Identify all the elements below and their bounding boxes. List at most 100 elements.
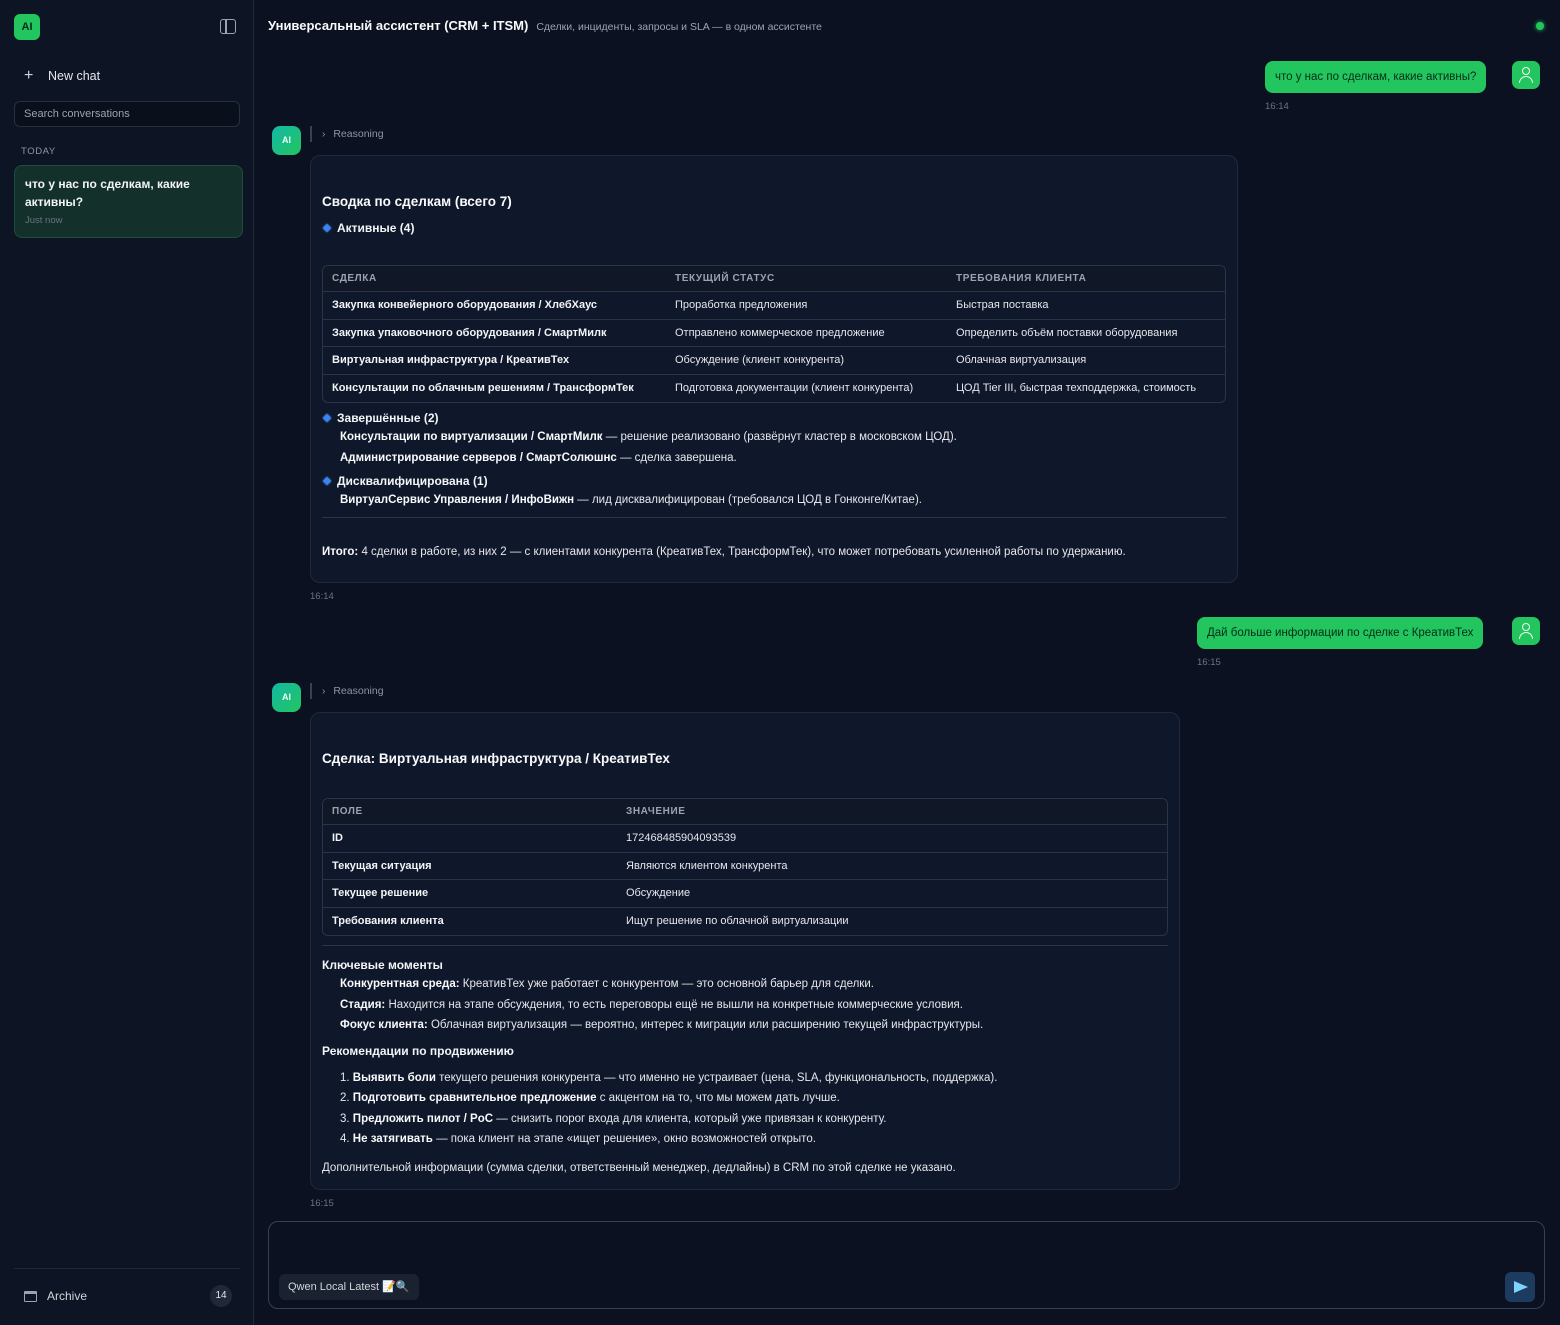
- field-value-cell: Обсуждение: [617, 880, 1167, 908]
- list-item: 1. Выявить боли текущего решения конкуре…: [340, 1071, 998, 1084]
- sidebar-top: AI: [14, 14, 240, 40]
- table-header-row: ПОЛЕ ЗНАЧЕНИЕ: [323, 799, 1167, 825]
- deal-status-cell: Отправлено коммерческое предложение: [666, 320, 947, 347]
- table-row: ID 172468485904093539: [323, 825, 1167, 853]
- deal-status-cell: Обсуждение (клиент конкурента): [666, 347, 947, 375]
- list-item: Стадия: Находится на этапе обсуждения, т…: [340, 998, 963, 1011]
- plus-icon: +: [24, 67, 34, 84]
- assistant-message-card: Сводка по сделкам (всего 7) Активные (4)…: [310, 155, 1238, 583]
- deal-name-cell: Виртуальная инфраструктура / КреативТех: [323, 347, 666, 375]
- field-name-cell: Текущая ситуация: [323, 853, 617, 880]
- app-logo: AI: [14, 14, 40, 40]
- field-name-cell: Требования клиента: [332, 915, 444, 928]
- table-header-cell: ЗНАЧЕНИЕ: [617, 799, 1167, 825]
- user-message-bubble: что у нас по сделкам, какие активны?: [1265, 61, 1487, 93]
- model-selector[interactable]: Qwen Local Latest 📝🔍: [279, 1274, 419, 1300]
- page-subtitle: Сделки, инциденты, запросы и SLA — в одн…: [536, 21, 822, 33]
- reasoning-label: Reasoning: [333, 128, 384, 140]
- deals-table: СДЕЛКА ТЕКУЩИЙ СТАТУС ТРЕБОВАНИЯ КЛИЕНТА…: [322, 265, 1226, 403]
- message-composer[interactable]: Qwen Local Latest 📝🔍: [268, 1221, 1545, 1309]
- table-header-cell: ТЕКУЩИЙ СТАТУС: [666, 266, 947, 292]
- list-item: 2. Подготовить сравнительное предложение…: [340, 1092, 840, 1104]
- archive-button[interactable]: Archive 14: [14, 1283, 232, 1309]
- field-name-cell: ID: [323, 825, 617, 853]
- list-item: Конкурентная среда: КреативТех уже работ…: [340, 978, 874, 990]
- archive-icon: [24, 1290, 37, 1302]
- section-heading-disqualified: Дисквалифицирована (1): [322, 474, 1226, 488]
- message-timestamp: 16:15: [310, 1198, 334, 1209]
- reasoning-toggle[interactable]: › Reasoning: [310, 683, 384, 699]
- divider: [322, 516, 1226, 518]
- field-value-cell: Являются клиентом конкурента: [617, 853, 1167, 880]
- section-heading-completed: Завершённые (2): [322, 411, 1226, 425]
- new-chat-label: New chat: [48, 69, 101, 83]
- chevron-right-icon: ›: [322, 128, 326, 140]
- search-input[interactable]: [14, 101, 240, 127]
- chevron-right-icon: ›: [322, 685, 326, 697]
- message-timestamp: 16:14: [1265, 101, 1289, 112]
- deal-requirements-cell: Облачная виртуализация: [947, 347, 1225, 375]
- list-item: Консультации по виртуализации / СмартМил…: [340, 431, 957, 443]
- conversation-item[interactable]: что у нас по сделкам, какие активны? Jus…: [14, 165, 243, 238]
- user-avatar-icon: [1512, 617, 1540, 645]
- conversation-title: что у нас по сделкам, какие активны?: [25, 177, 190, 209]
- archive-label: Archive: [47, 1289, 88, 1303]
- table-row: Консультации по облачным решениям / Тран…: [323, 375, 1225, 403]
- deal-requirements-cell: Определить объём поставки оборудования: [947, 320, 1225, 347]
- section-label-today: TODAY: [21, 146, 56, 157]
- table-header-row: СДЕЛКА ТЕКУЩИЙ СТАТУС ТРЕБОВАНИЯ КЛИЕНТА: [323, 266, 1225, 292]
- table-row: Закупка упаковочного оборудования / Смар…: [323, 320, 1225, 347]
- blue-diamond-icon: [322, 223, 332, 233]
- blue-diamond-icon: [322, 413, 332, 423]
- reasoning-toggle[interactable]: › Reasoning: [310, 126, 384, 142]
- list-item: Администрирование серверов / СмартСолюшн…: [340, 451, 737, 464]
- deal-name-cell: Консультации по облачным решениям / Тран…: [332, 382, 634, 395]
- send-button[interactable]: [1505, 1272, 1535, 1302]
- assistant-message-card: Сделка: Виртуальная инфраструктура / Кре…: [310, 712, 1180, 1190]
- list-item: 4. Не затягивать — пока клиент на этапе …: [340, 1133, 816, 1145]
- new-chat-button[interactable]: + New chat: [14, 62, 240, 90]
- table-row: Закупка конвейерного оборудования / Хлеб…: [323, 292, 1225, 320]
- deal-status-cell: Подготовка документации (клиент конкурен…: [675, 382, 914, 395]
- deal-requirements-cell: Быстрая поставка: [947, 292, 1225, 320]
- deal-name-cell: Закупка упаковочного оборудования / Смар…: [323, 320, 666, 347]
- field-value-cell: Ищут решение по облачной виртуализации: [626, 915, 849, 928]
- section-heading-recommendations: Рекомендации по продвижению: [322, 1043, 514, 1058]
- sidebar-toggle-icon[interactable]: [220, 19, 236, 34]
- reasoning-label: Reasoning: [333, 685, 384, 697]
- summary-text: Итого: 4 сделки в работе, из них 2 — с к…: [322, 545, 1126, 558]
- deal-name-cell: Закупка конвейерного оборудования / Хлеб…: [323, 292, 666, 320]
- table-row: Требования клиента Ищут решение по облач…: [323, 908, 1167, 936]
- table-header-cell: СДЕЛКА: [323, 266, 666, 292]
- message-timestamp: 16:15: [1197, 657, 1221, 668]
- table-row: Текущее решение Обсуждение: [323, 880, 1167, 908]
- list-item: Фокус клиента: Облачная виртуализация — …: [340, 1019, 984, 1031]
- online-status-indicator: [1536, 22, 1544, 30]
- message-heading: Сделка: Виртуальная инфраструктура / Кре…: [322, 751, 670, 766]
- table-row: Текущая ситуация Являются клиентом конку…: [323, 853, 1167, 880]
- field-value-cell: 172468485904093539: [617, 825, 1167, 853]
- deal-status-cell: Проработка предложения: [666, 292, 947, 320]
- user-message-bubble: Дай больше информации по сделке с Креати…: [1197, 617, 1484, 649]
- page-title: Универсальный ассистент (CRM + ITSM): [268, 18, 529, 33]
- section-heading-active: Активные (4): [322, 221, 1226, 235]
- sidebar-divider: [14, 1268, 240, 1269]
- ai-avatar: AI: [272, 683, 301, 712]
- list-item: 3. Предложить пилот / PoC — снизить поро…: [340, 1112, 887, 1125]
- archive-count-badge: 14: [210, 1285, 232, 1307]
- deal-requirements-cell: ЦОД Tier III, быстрая техподдержка, стои…: [956, 382, 1197, 395]
- field-name-cell: Текущее решение: [323, 880, 617, 908]
- message-timestamp: 16:14: [310, 591, 334, 602]
- blue-diamond-icon: [322, 476, 332, 486]
- table-header-cell: ПОЛЕ: [323, 799, 617, 825]
- list-item: ВиртуалСервис Управления / ИнфоВижн — ли…: [340, 494, 922, 506]
- user-avatar-icon: [1512, 61, 1540, 89]
- chat-header: Универсальный ассистент (CRM + ITSM) Сде…: [268, 18, 822, 36]
- ai-avatar: AI: [272, 126, 301, 155]
- footer-note: Дополнительной информации (сумма сделки,…: [322, 1161, 956, 1174]
- message-heading: Сводка по сделкам (всего 7): [322, 194, 512, 209]
- divider: [322, 945, 1168, 946]
- section-heading-key-points: Ключевые моменты: [322, 958, 443, 972]
- conversation-time: Just now: [25, 215, 63, 226]
- deal-details-table: ПОЛЕ ЗНАЧЕНИЕ ID 172468485904093539 Теку…: [322, 798, 1168, 936]
